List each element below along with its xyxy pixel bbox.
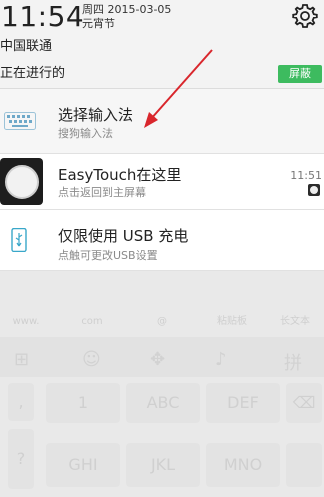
clock: 11:54 [1, 0, 85, 33]
grid-icon: ⊞ [14, 349, 30, 370]
key-ghi: GHI [46, 443, 120, 487]
suggestion-item: www. [12, 316, 40, 327]
carrier-name: 中国联通 [0, 39, 53, 54]
notification-subtitle: 搜狗输入法 [58, 127, 113, 140]
notification-title: 选择输入法 [58, 106, 134, 124]
festival-text: 元宵节 [82, 17, 115, 30]
notification-subtitle: 点触可更改USB设置 [58, 249, 158, 262]
emoji-icon: ☺ [82, 349, 101, 370]
pinyin-icon: 拼 [284, 353, 302, 374]
backspace-icon: ⌫ [286, 383, 322, 423]
key-mno: MNO [206, 443, 280, 487]
keyboard-icon [4, 112, 36, 130]
key-1: 1 [46, 383, 120, 423]
notification-usb[interactable]: 仅限使用 USB 充电 点触可更改USB设置 [0, 210, 324, 271]
suggestion-item: 长文本 [280, 316, 310, 327]
ongoing-label: 正在进行的 [0, 66, 66, 81]
easytouch-icon [0, 158, 43, 205]
date-text: 周四 2015-03-05 [82, 3, 172, 16]
suggestion-item: 粘贴板 [217, 316, 247, 327]
notification-time: 11:51 [290, 169, 322, 182]
key-comma: , [8, 383, 34, 421]
status-header: 11:54 周四 2015-03-05 元宵节 [0, 0, 324, 36]
annotation-arrow [144, 49, 213, 128]
gear-icon[interactable] [292, 3, 318, 29]
suggestion-bar: www. com @ 粘贴板 长文本 [0, 304, 324, 334]
easytouch-small-icon [308, 184, 320, 196]
key-side-right [286, 443, 322, 487]
key-jkl: JKL [126, 443, 200, 487]
cursor-icon: ✥ [150, 349, 166, 370]
suggestion-item: @ [157, 316, 167, 327]
key-abc: ABC [126, 383, 200, 423]
notification-title: 仅限使用 USB 充电 [58, 227, 189, 245]
mic-icon: ♪ [215, 349, 227, 370]
key-def: DEF [206, 383, 280, 423]
notification-title: EasyTouch在这里 [58, 166, 182, 184]
notification-easytouch[interactable]: EasyTouch在这里 点击返回到主屏幕 11:51 [0, 154, 324, 210]
key-question: ? [8, 429, 34, 489]
keyboard-toolbar: ⊞ ☺ ✥ ♪ 拼 [0, 337, 324, 377]
notification-subtitle: 点击返回到主屏幕 [58, 186, 146, 199]
usb-icon [11, 228, 27, 252]
suggestion-item: com [81, 316, 103, 327]
block-button[interactable]: 屏蔽 [278, 65, 322, 83]
keyboard-background: www. com @ 粘贴板 长文本 ⊞ ☺ ✥ ♪ 拼 , 1 ABC DEF… [0, 271, 324, 497]
